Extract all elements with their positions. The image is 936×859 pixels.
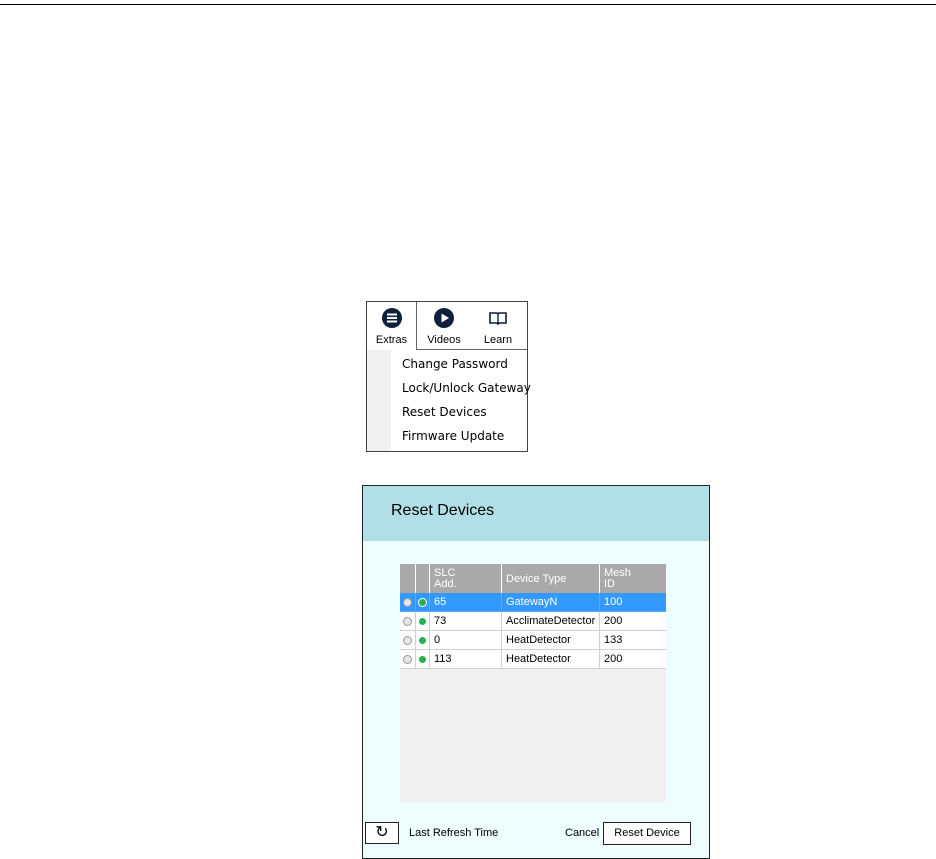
tab-videos[interactable]: Videos [419,302,469,350]
row-radio[interactable] [403,617,412,626]
row-radio[interactable] [403,655,412,664]
reset-devices-dialog: Reset Devices SLC Add. Device Type Mesh … [362,485,710,859]
menu-item-lock-unlock-gateway[interactable]: Lock/Unlock Gateway [402,381,531,395]
dialog-title: Reset Devices [391,502,495,519]
mesh-id: 133 [604,634,623,646]
table-row[interactable]: 0 HeatDetector 133 [400,631,666,650]
refresh-button[interactable]: ↻ [365,822,399,844]
slc-address: 0 [434,634,441,646]
status-dot [419,618,426,625]
tab-learn[interactable]: Learn [473,302,523,350]
refresh-icon: ↻ [375,824,389,841]
status-dot [419,656,426,663]
header-slc-address[interactable]: SLC Add. [430,564,502,593]
tab-extras[interactable]: Extras [367,302,417,350]
header-mesh-line1: Mesh [604,567,631,579]
device-type: HeatDetector [506,634,571,646]
table-header: SLC Add. Device Type Mesh ID [400,564,666,593]
status-dot [419,637,426,644]
status-dot [419,599,426,606]
header-slc-line1: SLC [434,567,456,579]
tab-underline [417,349,527,350]
table-row[interactable]: 73 AcclimateDetector 200 [400,612,666,631]
menu-gutter [367,350,391,451]
header-device-type-label: Device Type [506,573,567,585]
slc-address: 73 [434,615,447,627]
tab-videos-label: Videos [427,334,461,346]
play-circle-icon [434,308,454,331]
slc-address: 113 [434,653,452,665]
open-book-icon [488,308,508,331]
tab-extras-label: Extras [375,334,408,346]
mesh-id: 100 [604,596,623,608]
menu-circle-icon [381,308,402,331]
header-slc-line2: Add. [434,578,457,590]
header-select [400,564,416,593]
header-status [416,564,430,593]
last-refresh-time-label: Last Refresh Time [409,827,499,839]
reset-device-button[interactable]: Reset Device [603,822,691,845]
row-radio[interactable] [403,636,412,645]
slc-address: 65 [434,596,447,608]
menu-item-change-password[interactable]: Change Password [402,357,508,371]
tab-learn-label: Learn [483,334,513,346]
cancel-link[interactable]: Cancel [565,827,599,839]
header-mesh-line2: ID [604,578,615,590]
header-mesh-id[interactable]: Mesh ID [600,564,666,593]
device-type: GatewayN [506,596,558,608]
table-row[interactable]: 65 GatewayN 100 [400,593,666,612]
extras-menu: Extras Videos Learn Change Password Lock [366,301,531,452]
device-type: AcclimateDetector [506,615,596,627]
menu-item-reset-devices[interactable]: Reset Devices [402,405,487,419]
device-table: SLC Add. Device Type Mesh ID 65 GatewayN… [400,564,666,802]
header-device-type[interactable]: Device Type [502,564,600,593]
row-radio[interactable] [403,598,412,607]
table-row[interactable]: 113 HeatDetector 200 [400,650,666,669]
dialog-header: Reset Devices [363,486,709,541]
mesh-id: 200 [604,615,623,627]
device-type: HeatDetector [506,653,571,665]
menu-tabs: Extras Videos Learn [367,302,527,350]
mesh-id: 200 [604,653,623,665]
menu-item-firmware-update[interactable]: Firmware Update [402,429,504,443]
top-rule [0,4,936,5]
